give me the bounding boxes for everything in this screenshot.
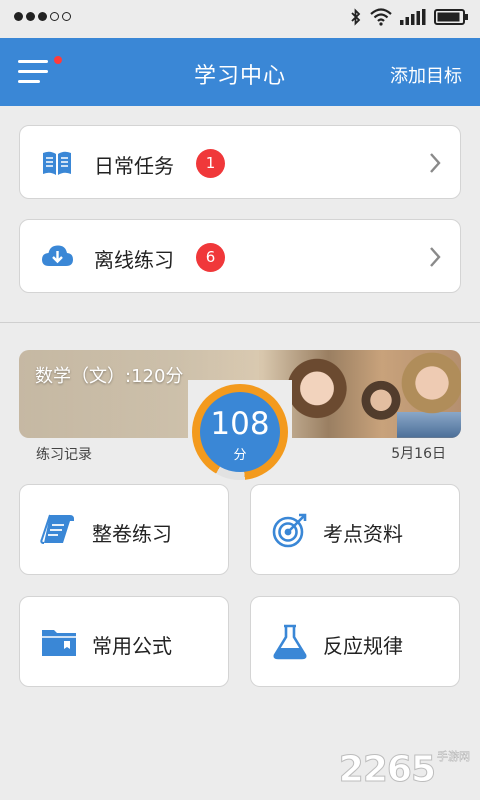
open-book-icon xyxy=(43,151,71,175)
daily-tasks-card[interactable]: 日常任务 1 xyxy=(19,125,461,199)
offline-practice-count-badge: 6 xyxy=(196,243,225,272)
score-value: 108 xyxy=(210,406,270,442)
chevron-right-icon xyxy=(430,153,441,173)
watermark-number: 2265 xyxy=(338,749,436,791)
bluetooth-icon xyxy=(351,8,361,26)
app-header: 学习中心 添加目标 xyxy=(0,38,480,106)
signal-strength-icon xyxy=(14,12,71,21)
wifi-icon xyxy=(370,8,392,26)
offline-practice-label: 离线练习 xyxy=(94,248,174,272)
exam-points-label: 考点资料 xyxy=(323,522,403,546)
formulas-label: 常用公式 xyxy=(92,634,172,658)
record-date: 5月16日 xyxy=(391,446,446,462)
exam-points-tile[interactable]: 考点资料 xyxy=(250,484,460,575)
full-paper-practice-label: 整卷练习 xyxy=(92,522,172,546)
student-photo xyxy=(397,352,461,438)
subject-score-label: 数学（文）:120分 xyxy=(35,366,184,387)
formulas-tile[interactable]: 常用公式 xyxy=(19,596,229,687)
watermark-logo: 2265 手游网 xyxy=(338,748,470,791)
watermark-sub: 手游网 xyxy=(437,750,470,763)
status-bar xyxy=(0,0,480,36)
cloud-download-icon xyxy=(42,245,73,266)
reaction-rules-tile[interactable]: 反应规律 xyxy=(250,596,460,687)
exam-paper-icon xyxy=(40,514,74,544)
chevron-right-icon xyxy=(430,247,441,267)
battery-icon xyxy=(434,9,468,25)
section-divider xyxy=(0,322,480,323)
folder-icon xyxy=(42,630,76,656)
daily-tasks-label: 日常任务 xyxy=(94,154,174,178)
score-badge[interactable]: 108 分 xyxy=(200,392,280,472)
daily-tasks-count-badge: 1 xyxy=(196,149,225,178)
score-unit: 分 xyxy=(233,448,247,463)
add-goal-button[interactable]: 添加目标 xyxy=(390,62,462,88)
cell-signal-icon xyxy=(400,9,426,25)
flask-icon xyxy=(273,624,307,660)
practice-record-link[interactable]: 练习记录 xyxy=(36,444,92,464)
target-icon xyxy=(272,513,307,548)
reaction-rules-label: 反应规律 xyxy=(323,634,403,658)
offline-practice-card[interactable]: 离线练习 6 xyxy=(19,219,461,293)
full-paper-practice-tile[interactable]: 整卷练习 xyxy=(19,484,229,575)
